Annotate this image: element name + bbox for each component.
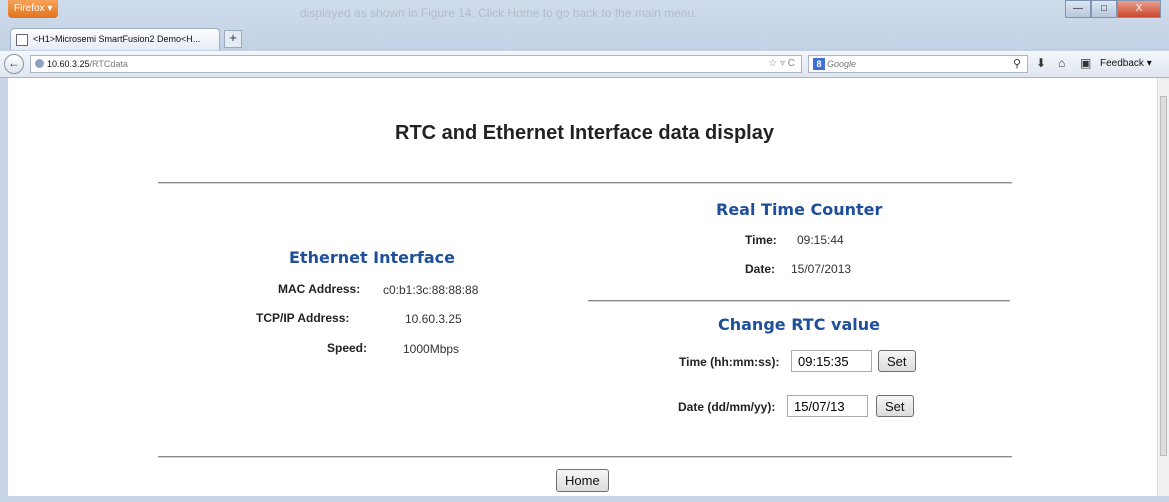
top-divider [158, 182, 1012, 184]
tab-title: <H1>Microsemi SmartFusion2 Demo<H... [33, 34, 201, 44]
firefox-menu-button[interactable]: Firefox ▾ [8, 0, 58, 18]
search-box[interactable]: 8 Google ⚲ [808, 55, 1028, 73]
speed-label: Speed: [327, 341, 368, 355]
window-bottom-border [0, 496, 1169, 502]
minimize-button[interactable]: — [1065, 0, 1091, 18]
browser-tab[interactable]: <H1>Microsemi SmartFusion2 Demo<H... [10, 28, 220, 50]
bookmark-reload-icon[interactable]: ☆ ▿ C [768, 56, 795, 72]
ethernet-heading: Ethernet Interface [289, 248, 455, 267]
new-tab-button[interactable]: + [224, 30, 242, 48]
set-date-button[interactable]: Set [876, 395, 914, 417]
rtc-heading: Real Time Counter [716, 200, 883, 219]
globe-icon [35, 59, 44, 68]
browser-chrome: Firefox ▾ displayed as shown in Figure 1… [0, 0, 1169, 78]
search-icon[interactable]: ⚲ [1013, 56, 1021, 72]
maximize-button[interactable]: □ [1091, 0, 1117, 18]
speed-value: 1000Mbps [403, 342, 460, 356]
google-icon: 8 [813, 58, 825, 70]
home-button[interactable]: Home [556, 469, 609, 492]
rtc-time-label: Time: [745, 233, 777, 247]
url-host: 10.60.3.25 [47, 59, 90, 69]
rtc-date-label: Date: [745, 262, 776, 276]
background-document-text: displayed as shown in Figure 14. Click H… [300, 6, 698, 20]
home-icon[interactable]: ⌂ [1058, 56, 1065, 70]
close-button[interactable]: X [1117, 0, 1161, 18]
bottom-divider [158, 456, 1012, 458]
feedback-label: Feedback [1100, 58, 1144, 69]
date-input[interactable] [787, 395, 868, 417]
download-icon[interactable]: ⬇ [1036, 56, 1046, 70]
bookmark-menu-icon[interactable]: ▣ [1080, 56, 1091, 70]
page-title: RTC and Ethernet Interface data display [395, 122, 774, 144]
time-input[interactable] [791, 350, 872, 372]
search-placeholder: Google [827, 59, 857, 69]
change-time-label: Time (hh:mm:ss): [679, 355, 780, 369]
navigation-toolbar: ← 10.60.3.25/RTCdata ☆ ▿ C 8 Google ⚲ ⬇ ⌂… [0, 51, 1169, 78]
mac-value: c0:b1:3c:88:88:88 [383, 283, 479, 297]
rtc-date-value: 15/07/2013 [791, 262, 852, 276]
url-path: /RTCdata [89, 59, 128, 69]
page-icon [16, 34, 28, 46]
feedback-button[interactable]: Feedback ▾ [1100, 55, 1152, 73]
rtc-divider [588, 300, 1010, 302]
back-arrow-icon[interactable]: ← [4, 54, 24, 74]
window-controls: — □ X [1065, 0, 1161, 18]
set-time-button[interactable]: Set [878, 350, 916, 372]
change-date-label: Date (dd/mm/yy): [678, 400, 776, 414]
ip-value: 10.60.3.25 [405, 312, 462, 326]
scrollbar-thumb[interactable] [1160, 96, 1167, 456]
url-bar[interactable]: 10.60.3.25/RTCdata ☆ ▿ C [30, 55, 802, 73]
rtc-time-value: 09:15:44 [797, 233, 844, 247]
change-rtc-heading: Change RTC value [718, 315, 880, 334]
ip-label: TCP/IP Address: [256, 311, 350, 325]
mac-label: MAC Address: [278, 282, 361, 296]
